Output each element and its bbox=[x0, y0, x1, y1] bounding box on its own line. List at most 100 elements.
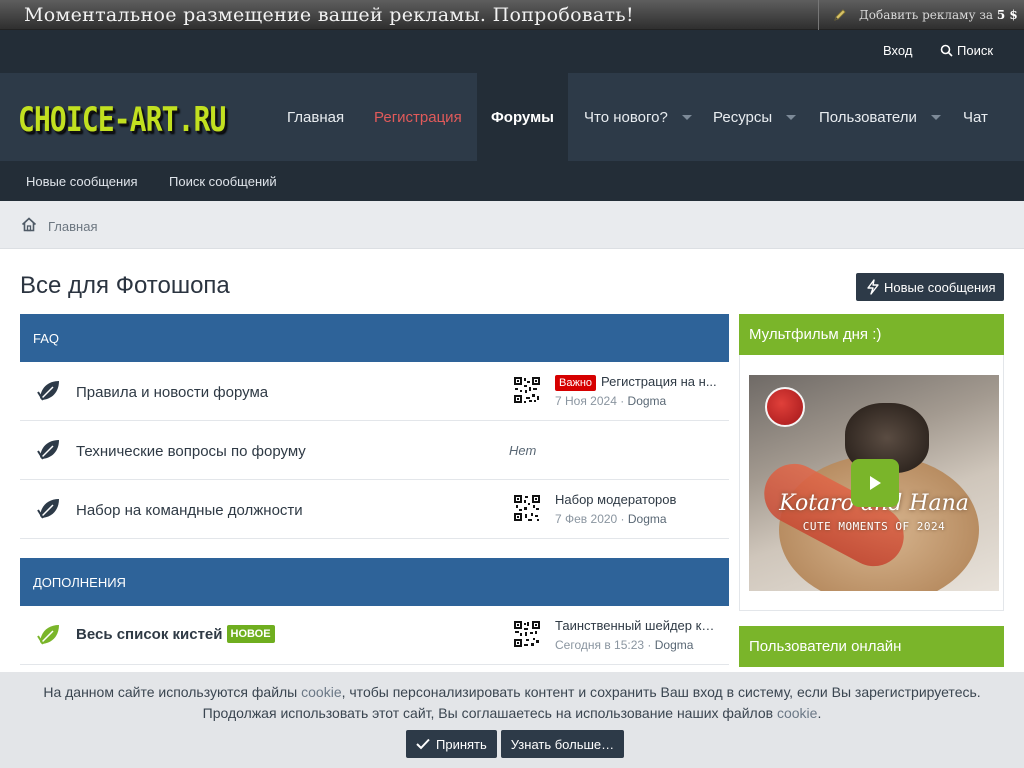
leaf-icon bbox=[37, 499, 59, 519]
last-post-title[interactable]: Важно Регистрация на н... bbox=[555, 374, 717, 391]
pencil-icon bbox=[834, 9, 846, 21]
ad-banner[interactable]: Моментальное размещение вашей рекламы. П… bbox=[0, 0, 1024, 30]
cookie-link[interactable]: cookie bbox=[301, 684, 341, 700]
qr-code-icon[interactable] bbox=[513, 620, 541, 648]
forum-row[interactable]: Набор на командные должности Набор модер… bbox=[20, 480, 729, 539]
nav-whats-new-label: Что нового? bbox=[584, 108, 668, 126]
page-title: Все для Фотошопа bbox=[20, 272, 230, 299]
last-post-user[interactable]: Dogma bbox=[655, 638, 694, 652]
video-subtitle: CUTE MOMENTS OF 2024 bbox=[802, 520, 946, 533]
add-ad-label: Добавить рекламу за bbox=[859, 8, 994, 22]
last-post-date[interactable]: 7 Ноя 2024 bbox=[555, 394, 617, 408]
cookie-text: На данном сайте используются файлы bbox=[43, 684, 298, 700]
home-icon[interactable] bbox=[21, 217, 37, 232]
breadcrumb-home[interactable]: Главная bbox=[48, 219, 97, 234]
nav-resources[interactable]: Ресурсы bbox=[713, 73, 797, 161]
channel-avatar[interactable] bbox=[765, 387, 805, 427]
category-title: ДОПОЛНЕНИЯ bbox=[33, 574, 126, 590]
nav-home[interactable]: Главная bbox=[287, 73, 344, 161]
cookie-buttons: Принять Узнать больше… bbox=[406, 730, 625, 758]
search-label: Поиск bbox=[957, 43, 994, 58]
learn-more-button[interactable]: Узнать больше… bbox=[500, 730, 625, 758]
cookie-text: Продолжая использовать этот сайт, Вы сог… bbox=[202, 705, 774, 721]
last-post-user[interactable]: Dogma bbox=[628, 512, 667, 526]
forum-title[interactable]: Технические вопросы по форуму bbox=[76, 443, 306, 460]
play-icon bbox=[870, 476, 881, 490]
nav-resources-label: Ресурсы bbox=[713, 108, 773, 126]
cookie-notice: На данном сайте используются файлы cooki… bbox=[0, 672, 1024, 768]
last-post-title-text: Регистрация на н... bbox=[601, 374, 717, 389]
cookie-text-line2: Продолжая использовать этот сайт, Вы сог… bbox=[0, 703, 1024, 724]
subnav-search-posts[interactable]: Поиск сообщений bbox=[169, 174, 277, 189]
subnav-new-posts[interactable]: Новые сообщения bbox=[26, 174, 138, 189]
sidebar-online-header: Пользователи онлайн bbox=[739, 626, 1004, 667]
category-title: FAQ bbox=[33, 330, 60, 346]
important-prefix: Важно bbox=[555, 375, 597, 391]
forum-row[interactable]: Весь список кистей НОВОЕ Таинственный шей… bbox=[20, 606, 729, 665]
forum-title-text: Весь список кистей bbox=[76, 626, 223, 643]
breadcrumb: Главная bbox=[0, 201, 1024, 249]
chevron-down-icon[interactable] bbox=[930, 114, 941, 120]
last-post-title[interactable]: Набор модераторов bbox=[555, 492, 676, 507]
nav-members-label: Пользователи bbox=[819, 108, 917, 126]
last-post-user[interactable]: Dogma bbox=[628, 394, 667, 408]
add-ad-price: 5 $ bbox=[996, 8, 1018, 22]
last-post-meta: Сегодня в 15:23 · Dogma bbox=[555, 638, 694, 652]
nav-forums[interactable]: Форумы bbox=[477, 73, 568, 161]
last-post-date[interactable]: 7 Фев 2020 bbox=[555, 512, 617, 526]
site-logo[interactable]: CHOICE-ART.RU bbox=[18, 100, 226, 140]
nav-members[interactable]: Пользователи bbox=[819, 73, 941, 161]
sidebar-cartoon-header: Мультфильм дня :) bbox=[739, 314, 1004, 355]
qr-code-icon[interactable] bbox=[513, 494, 541, 522]
category-header-faq[interactable]: FAQ bbox=[20, 314, 729, 362]
new-posts-button-label: Новые сообщения bbox=[884, 279, 996, 295]
main-nav: CHOICE-ART.RU Главная Регистрация Форумы… bbox=[0, 73, 1024, 161]
nav-forums-label: Форумы bbox=[491, 108, 554, 126]
sidebar-cartoon-title: Мультфильм дня :) bbox=[749, 326, 882, 343]
search-link[interactable]: Поиск bbox=[940, 43, 993, 58]
leaf-icon bbox=[37, 440, 59, 460]
nav-whats-new[interactable]: Что нового? bbox=[584, 73, 692, 161]
accept-button[interactable]: Принять bbox=[406, 730, 497, 758]
add-ad-link[interactable]: Добавить рекламу за 5 $ bbox=[818, 0, 1024, 30]
video-player[interactable]: Kotaro and Hana CUTE MOMENTS OF 2024 bbox=[749, 375, 999, 591]
learn-more-button-label: Узнать больше… bbox=[510, 736, 615, 752]
new-posts-button[interactable]: Новые сообщения bbox=[856, 273, 1004, 301]
forum-title[interactable]: Весь список кистей НОВОЕ bbox=[76, 625, 275, 643]
last-post-title[interactable]: Таинственный шейдер ки... bbox=[555, 618, 719, 633]
category-header-addons[interactable]: ДОПОЛНЕНИЯ bbox=[20, 558, 729, 606]
chevron-down-icon[interactable] bbox=[786, 114, 797, 120]
bolt-icon bbox=[867, 279, 879, 295]
last-post-date[interactable]: Сегодня в 15:23 bbox=[555, 638, 644, 652]
qr-code-icon[interactable] bbox=[513, 376, 541, 404]
last-post-meta: 7 Ноя 2024 · Dogma bbox=[555, 394, 667, 408]
user-bar: Вход Поиск bbox=[0, 30, 1024, 73]
sidebar-online-title: Пользователи онлайн bbox=[749, 638, 902, 655]
cookie-text: . bbox=[817, 705, 822, 721]
forum-row[interactable]: Правила и новости форума Важно Регистраци… bbox=[20, 362, 729, 421]
login-link[interactable]: Вход bbox=[883, 43, 912, 58]
nav-register-label: Регистрация bbox=[374, 108, 462, 126]
new-badge: НОВОЕ bbox=[226, 625, 275, 643]
cookie-link[interactable]: cookie bbox=[777, 705, 817, 721]
cookie-text-line1: На данном сайте используются файлы cooki… bbox=[0, 672, 1024, 703]
cookie-text: , чтобы персонализировать контент и сохр… bbox=[341, 684, 981, 700]
forum-row[interactable]: Технические вопросы по форуму Нет bbox=[20, 421, 729, 480]
forum-title[interactable]: Правила и новости форума bbox=[76, 384, 268, 401]
leaf-icon bbox=[37, 381, 59, 401]
leaf-icon-unread bbox=[37, 625, 59, 645]
no-posts-text: Нет bbox=[509, 443, 537, 458]
play-button[interactable] bbox=[851, 459, 899, 507]
sub-nav: Новые сообщения Поиск сообщений bbox=[0, 161, 1024, 201]
nav-home-label: Главная bbox=[287, 108, 345, 126]
ad-banner-text[interactable]: Моментальное размещение вашей рекламы. П… bbox=[24, 4, 634, 26]
chevron-down-icon[interactable] bbox=[681, 114, 692, 120]
nav-chat[interactable]: Чат bbox=[963, 73, 988, 161]
accept-button-label: Принять bbox=[436, 736, 487, 752]
nav-chat-label: Чат bbox=[963, 108, 988, 126]
check-icon bbox=[416, 738, 430, 750]
forum-title[interactable]: Набор на командные должности bbox=[76, 502, 303, 519]
nav-register[interactable]: Регистрация bbox=[374, 73, 462, 161]
search-icon bbox=[940, 44, 953, 57]
last-post-meta: 7 Фев 2020 · Dogma bbox=[555, 512, 667, 526]
